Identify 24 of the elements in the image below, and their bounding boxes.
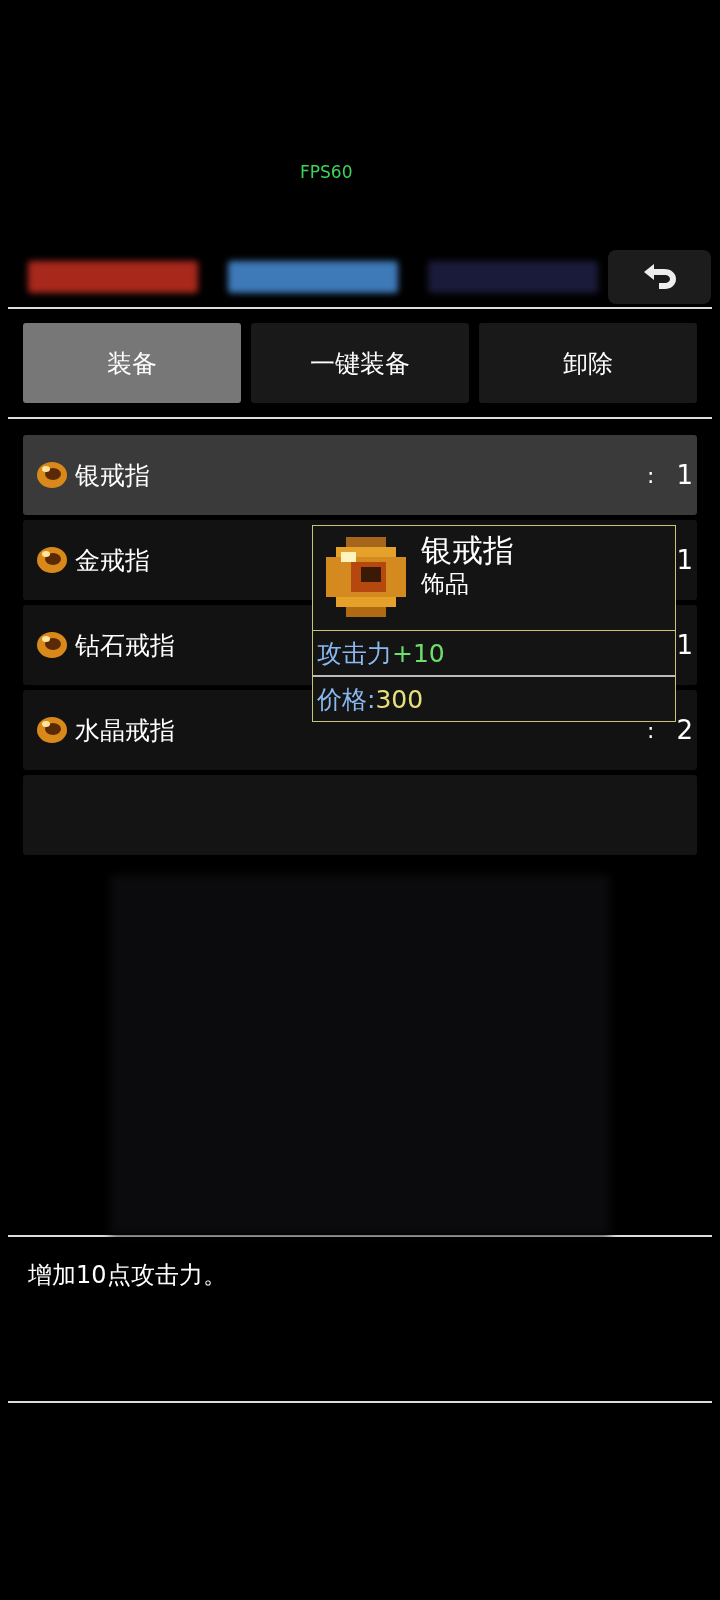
item-count: 1 [676,460,693,490]
separator: : [647,462,655,488]
back-button[interactable] [608,250,711,304]
item-count: 1 [676,630,693,660]
ring-icon [35,545,69,575]
ring-icon [35,715,69,745]
item-row[interactable]: 银戒指 : 1 [23,435,697,515]
tab[interactable]: 装备 [23,323,241,403]
item-count: 1 [676,545,693,575]
tooltip-category: 饰品 [421,569,470,600]
item-name: 金戒指 [75,544,150,577]
fps-counter: FPS60 [300,162,353,182]
item-count: 2 [676,715,693,745]
item-description: 增加10点攻击力。 [27,1260,228,1291]
tab[interactable]: 卸除 [479,323,697,403]
item-name: 钻石戒指 [75,629,175,662]
ring-icon [35,630,69,660]
tooltip-title: 银戒指 [421,532,514,568]
item-name: 银戒指 [75,459,150,492]
separator: : [647,717,655,743]
ring-icon [35,460,69,490]
item-name: 水晶戒指 [75,714,175,747]
attack-stat: 攻击力+10 [313,631,675,677]
tab[interactable]: 一键装备 [251,323,469,403]
